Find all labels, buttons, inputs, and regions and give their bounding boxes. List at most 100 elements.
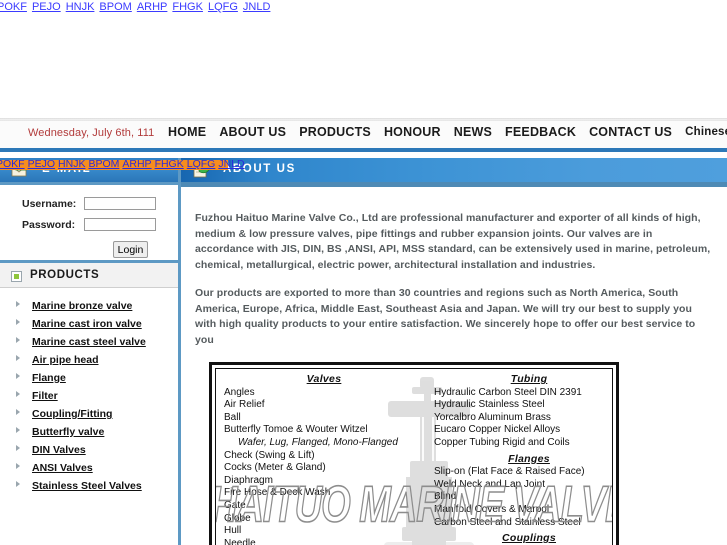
- chevron-right-icon: [16, 337, 20, 343]
- product-list-item[interactable]: Stainless Steel Valves: [0, 476, 178, 494]
- overlay-link-bpom[interactable]: BPOM: [88, 158, 119, 170]
- product-link-air-pipe-head[interactable]: Air pipe head: [32, 354, 99, 366]
- page-root: POKF PEJO HNJK BPOM ARHP FHGK LQFG JNLD Wednesd…: [0, 0, 727, 545]
- product-list-item[interactable]: Flange: [0, 368, 178, 386]
- diagram-list-item: Blind: [434, 491, 457, 503]
- about-paragraph-1: Fuzhou Haituo Marine Valve Co., Ltd are …: [195, 212, 711, 271]
- nav-item-honour[interactable]: HONOUR: [384, 125, 441, 139]
- diagram-list-item: Hull: [224, 525, 242, 537]
- product-list-item[interactable]: DIN Valves: [0, 440, 178, 458]
- diagram-list-item: Carbon Steel and Stainless Steel: [434, 516, 581, 528]
- diagram-list-item: Cocks (Meter & Gland): [224, 462, 326, 474]
- product-link-filter[interactable]: Filter: [32, 390, 58, 402]
- chevron-right-icon: [16, 355, 20, 361]
- product-link-stainless-steel-valves[interactable]: Stainless Steel Valves: [32, 480, 142, 492]
- nav-item-contact-us[interactable]: CONTACT US: [589, 125, 672, 139]
- top-link-jnld[interactable]: JNLD: [243, 1, 271, 13]
- diagram-list-item: Needle: [224, 537, 256, 545]
- diagram-heading-valves: Valves: [306, 373, 342, 385]
- nav-item-products[interactable]: PRODUCTS: [299, 125, 371, 139]
- product-list-item[interactable]: Butterfly valve: [0, 422, 178, 440]
- diagram-list-item: Hydraulic Stainless Steel: [434, 399, 545, 411]
- product-list-item[interactable]: Marine cast steel valve: [0, 332, 178, 350]
- diagram-list-item: Weld Neck and Lap Joint: [434, 478, 545, 490]
- product-list-item[interactable]: Filter: [0, 386, 178, 404]
- products-panel-title: PRODUCTS: [30, 269, 100, 281]
- product-link-ansi-valves[interactable]: ANSI Valves: [32, 462, 93, 474]
- product-category-list: Marine bronze valve Marine cast iron valv…: [0, 288, 178, 494]
- current-date-label: Wednesday, July 6th, 111: [28, 127, 155, 139]
- chevron-right-icon: [16, 391, 20, 397]
- site-header-banner: [0, 14, 727, 120]
- products-panel-header: PRODUCTS: [0, 263, 178, 288]
- top-link-pokf[interactable]: POKF: [0, 1, 27, 13]
- product-list-item[interactable]: Air pipe head: [0, 350, 178, 368]
- username-input[interactable]: [84, 197, 156, 210]
- product-link-marine-cast-iron-valve[interactable]: Marine cast iron valve: [32, 318, 142, 330]
- top-link-hnjk[interactable]: HNJK: [66, 1, 95, 13]
- overlay-link-arhp[interactable]: ARHP: [122, 158, 151, 170]
- diagram-frame: Valves Angles Air Relief Ball Butterfly Tom…: [215, 368, 613, 545]
- username-label: Username:: [22, 197, 77, 210]
- product-link-marine-cast-steel-valve[interactable]: Marine cast steel valve: [32, 336, 146, 348]
- diagram-list-item: Ball: [224, 411, 241, 423]
- overlay-link-pokf[interactable]: POKF: [0, 158, 25, 170]
- nav-item-feedback[interactable]: FEEDBACK: [505, 125, 576, 139]
- username-row: Username:: [22, 197, 156, 210]
- product-list-item[interactable]: ANSI Valves: [0, 458, 178, 476]
- overlay-link-pejo[interactable]: PEJO: [28, 158, 55, 170]
- overlay-link-jnld[interactable]: JNLD: [218, 158, 244, 170]
- login-button[interactable]: Login: [113, 241, 148, 258]
- diagram-valves-items: Angles Air Relief Ball Butterfly Tomoe & Wo…: [224, 387, 424, 545]
- overlay-link-hnjk[interactable]: HNJK: [58, 158, 85, 170]
- top-link-pejo[interactable]: PEJO: [32, 1, 61, 13]
- content-panel-header: ABOUT US: [181, 158, 727, 182]
- diagram-heading-flanges: Flanges: [508, 452, 550, 465]
- chevron-right-icon: [16, 301, 20, 307]
- diagram-list-item: Eucaro Copper Nickel Alloys: [434, 424, 561, 436]
- chevron-right-icon: [16, 481, 20, 487]
- main-content: ABOUT US Fuzhou Haituo Marine Valve Co.,…: [181, 158, 727, 545]
- diagram-list-item: Copper Tubing Rigid and Coils: [434, 436, 570, 448]
- product-link-flange[interactable]: Flange: [32, 372, 66, 384]
- diagram-valves-column: Valves Angles Air Relief Ball Butterfly Tom…: [224, 373, 424, 545]
- diagram-list-item: Diaphragm: [224, 474, 273, 486]
- diagram-list-item: Wafer, Lug, Flanged, Mono-Flanged: [238, 436, 398, 448]
- diagram-list-item: Air Relief: [224, 399, 265, 411]
- diagram-list-item: Hydraulic Carbon Steel DIN 2391: [434, 386, 582, 398]
- nav-item-news[interactable]: NEWS: [454, 125, 492, 139]
- product-link-din-valves[interactable]: DIN Valves: [32, 444, 86, 456]
- diagram-list-item: Check (Swing & Lift): [224, 449, 315, 461]
- chevron-right-icon: [16, 409, 20, 415]
- product-list-item[interactable]: Coupling/Fitting: [0, 404, 178, 422]
- chevron-right-icon: [16, 427, 20, 433]
- product-link-marine-bronze-valve[interactable]: Marine bronze valve: [32, 300, 132, 312]
- diagram-list-item: Fire Hose & Deck Wash: [224, 487, 331, 499]
- overlay-link-lqfg[interactable]: LQFG: [187, 158, 216, 170]
- password-row: Password:: [22, 218, 156, 231]
- top-link-lqfg[interactable]: LQFG: [208, 1, 238, 13]
- chevron-right-icon: [16, 445, 20, 451]
- page-body: E-MAIL Username: Password: Login PRODUCT…: [0, 158, 727, 545]
- top-link-bar: POKF PEJO HNJK BPOM ARHP FHGK LQFG JNLD: [0, 0, 727, 14]
- top-link-bpom[interactable]: BPOM: [99, 1, 131, 13]
- main-navigation-bar: Wednesday, July 6th, 111 HOME ABOUT US PRO…: [0, 121, 727, 148]
- nav-item-home[interactable]: HOME: [168, 125, 206, 139]
- nav-item-about-us[interactable]: ABOUT US: [219, 125, 286, 139]
- product-link-coupling-fitting[interactable]: Coupling/Fitting: [32, 408, 112, 420]
- overlay-link-fhgk[interactable]: FHGK: [155, 158, 184, 170]
- about-paragraph-2: Our products are exported to more than 3…: [195, 287, 696, 346]
- products-bullet-icon: [11, 271, 22, 282]
- product-list-item[interactable]: Marine bronze valve: [0, 296, 178, 314]
- diagram-heading-couplings: Couplings: [501, 532, 557, 545]
- product-link-butterfly-valve[interactable]: Butterfly valve: [32, 426, 104, 438]
- password-input[interactable]: [84, 218, 156, 231]
- diagram-list-item: Slip-on (Flat Face & Raised Face): [434, 466, 585, 478]
- diagram-list-item: Yorcalbro Aluminum Brass: [434, 411, 551, 423]
- top-link-arhp[interactable]: ARHP: [137, 1, 168, 13]
- product-list-item[interactable]: Marine cast iron valve: [0, 314, 178, 332]
- diagram-list-item: Manifold Covers & Marpol: [434, 503, 550, 515]
- nav-item-chinese[interactable]: Chinese: [685, 126, 727, 138]
- product-range-diagram: Valves Angles Air Relief Ball Butterfly Tom…: [209, 362, 619, 545]
- top-link-fhgk[interactable]: FHGK: [172, 1, 203, 13]
